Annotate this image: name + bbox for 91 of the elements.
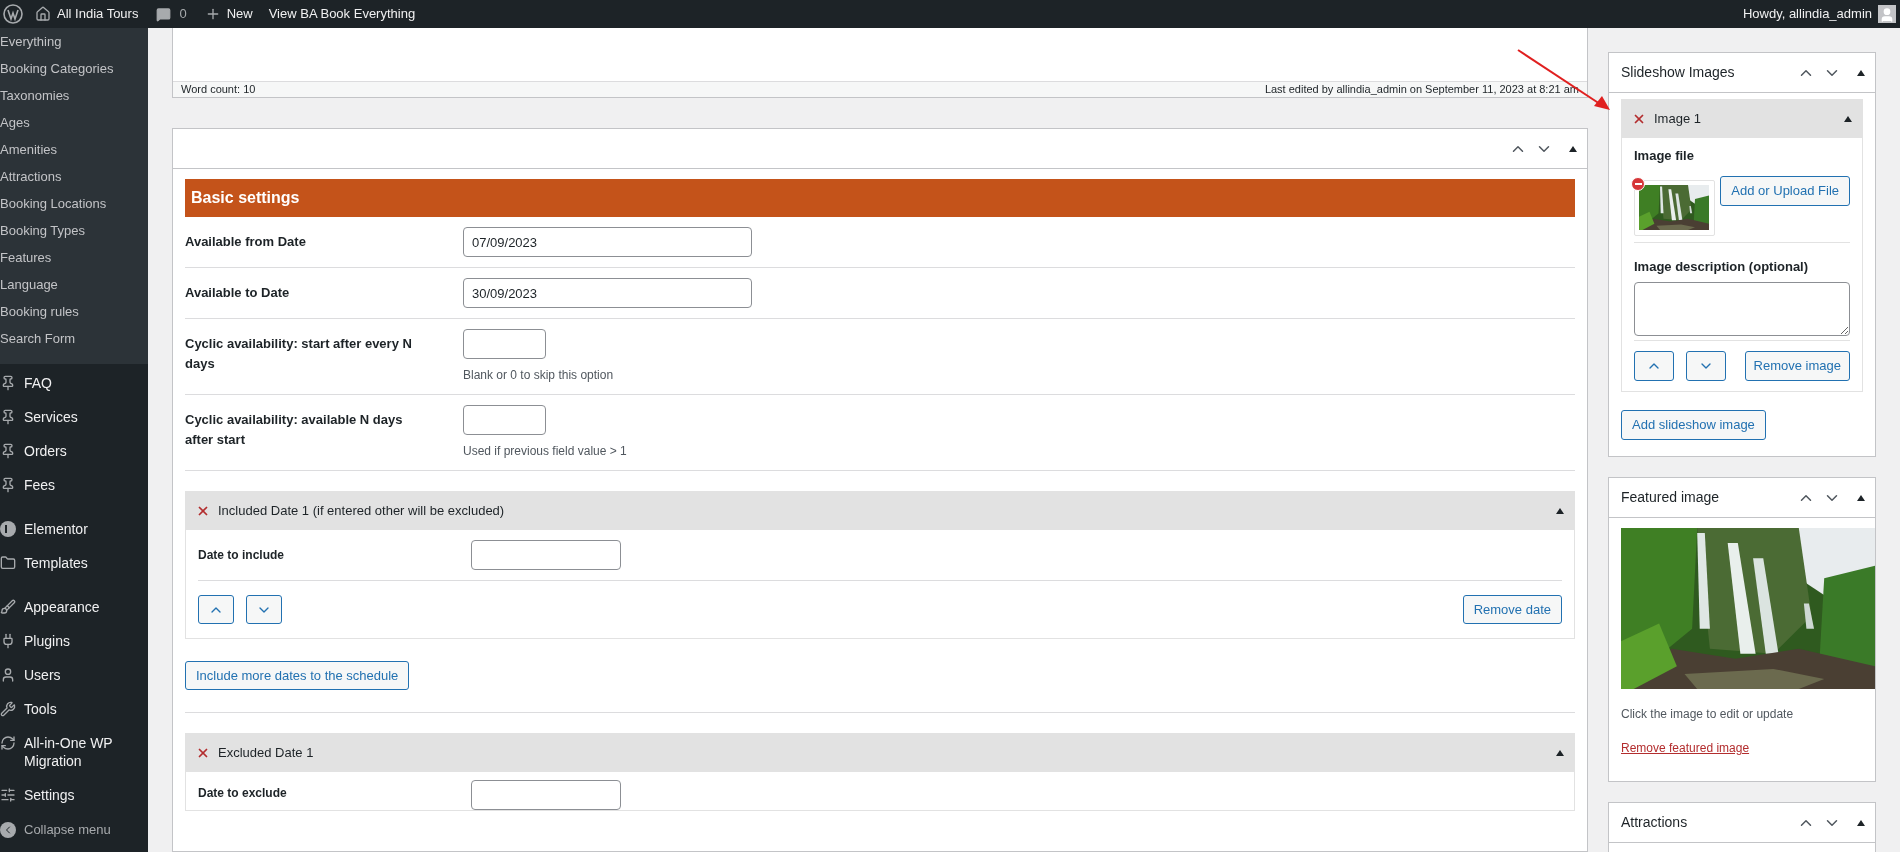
remove-icon[interactable] bbox=[196, 504, 210, 518]
comment-icon[interactable] bbox=[156, 6, 172, 22]
submenu-item[interactable]: Search Form bbox=[0, 325, 148, 352]
menu-item[interactable]: Tools bbox=[0, 692, 148, 726]
comment-count[interactable]: 0 bbox=[179, 4, 187, 24]
submenu-item[interactable]: Booking rules bbox=[0, 298, 148, 325]
repeater-title: Included Date 1 (if entered other will be excluded) bbox=[218, 502, 505, 521]
remove-icon[interactable] bbox=[196, 746, 210, 760]
field-label: Image file bbox=[1634, 147, 1695, 165]
submenu-item[interactable]: Features bbox=[0, 244, 148, 271]
move-down-button[interactable] bbox=[246, 595, 282, 624]
menu-item[interactable]: Settings bbox=[0, 778, 148, 812]
menu-item[interactable]: Plugins bbox=[0, 624, 148, 658]
howdy-link[interactable]: Howdy, allindia_admin bbox=[1742, 4, 1872, 24]
menu-item[interactable]: Templates bbox=[0, 546, 148, 580]
remove-date-button[interactable]: Remove date bbox=[1462, 595, 1562, 624]
section-header: Basic settings bbox=[185, 179, 1575, 217]
panel-title: Attractions bbox=[1621, 813, 1688, 832]
submenu-item[interactable]: Taxonomies bbox=[0, 82, 148, 109]
include-more-button[interactable]: Include more dates to the schedule bbox=[185, 661, 410, 690]
home-icon[interactable] bbox=[35, 6, 51, 22]
panel-title: Featured image bbox=[1621, 488, 1720, 507]
remove-featured-image-link[interactable]: Remove featured image bbox=[1621, 739, 1863, 757]
wordpress-logo-icon[interactable] bbox=[3, 4, 23, 24]
upload-file-button[interactable]: Add or Upload File bbox=[1720, 175, 1850, 206]
collapse-toggle-icon[interactable] bbox=[1556, 508, 1564, 514]
panel-title: Slideshow Images bbox=[1621, 63, 1735, 82]
submenu-item[interactable]: Booking Categories bbox=[0, 55, 148, 82]
date-field[interactable] bbox=[471, 780, 621, 810]
wrench-icon bbox=[0, 701, 16, 717]
pin-icon bbox=[0, 477, 16, 493]
menu-item[interactable]: Orders bbox=[0, 434, 148, 468]
field-hint: Used if previous field value > 1 bbox=[463, 443, 627, 460]
move-up-button[interactable] bbox=[198, 595, 234, 624]
user-icon bbox=[0, 667, 16, 683]
sliders-icon bbox=[0, 787, 16, 803]
submenu-item[interactable]: Booking Locations bbox=[0, 190, 148, 217]
field-label: Available to Date bbox=[185, 284, 291, 302]
view-link[interactable]: View BA Book Everything bbox=[268, 4, 416, 24]
collapse-toggle-icon[interactable] bbox=[1844, 116, 1852, 122]
featured-hint: Click the image to edit or update bbox=[1621, 706, 1795, 723]
menu-item[interactable]: Appearance bbox=[0, 590, 148, 624]
field-label: Cyclic availability: available N days after start bbox=[185, 411, 404, 449]
menu-item[interactable]: Fees bbox=[0, 468, 148, 502]
submenu-item[interactable]: Ages bbox=[0, 109, 148, 136]
field-label: Date to exclude bbox=[198, 785, 288, 802]
field-label: Available from Date bbox=[185, 233, 307, 251]
repeater-title: Image 1 bbox=[1654, 110, 1701, 129]
remove-image-icon[interactable] bbox=[1631, 176, 1645, 191]
menu-item[interactable]: Elementor bbox=[0, 512, 148, 546]
menu-item[interactable]: Services bbox=[0, 400, 148, 434]
new-link[interactable]: New bbox=[226, 4, 253, 24]
repeater-title: Excluded Date 1 bbox=[218, 744, 314, 763]
number-field[interactable] bbox=[463, 329, 546, 359]
date-field[interactable]: 30/09/2023 bbox=[463, 278, 752, 308]
pin-icon bbox=[0, 409, 16, 425]
collapse-toggle-icon[interactable] bbox=[1857, 69, 1865, 76]
collapse-menu-button[interactable]: Collapse menu bbox=[0, 812, 148, 848]
pin-icon bbox=[0, 375, 16, 391]
collapse-toggle-icon[interactable] bbox=[1857, 819, 1865, 826]
submenu-item[interactable]: Everything bbox=[0, 28, 148, 55]
menu-item[interactable]: Users bbox=[0, 658, 148, 692]
submenu-item[interactable]: Language bbox=[0, 271, 148, 298]
add-slideshow-image-button[interactable]: Add slideshow image bbox=[1621, 410, 1766, 440]
brush-icon bbox=[0, 599, 16, 615]
remove-icon[interactable] bbox=[1632, 112, 1646, 126]
field-label: Date to include bbox=[198, 547, 285, 564]
site-name-link[interactable]: All India Tours bbox=[57, 4, 139, 24]
submenu-item[interactable]: Amenities bbox=[0, 136, 148, 163]
number-field[interactable] bbox=[463, 405, 546, 435]
pin-icon bbox=[0, 443, 16, 459]
menu-item[interactable]: All-in-One WP Migration bbox=[0, 726, 148, 778]
field-label: Cyclic availability: start after every N days bbox=[185, 335, 413, 373]
menu-item[interactable]: FAQ bbox=[0, 366, 148, 400]
circular-arrow-icon bbox=[0, 735, 16, 751]
collapse-toggle-icon[interactable] bbox=[1556, 750, 1564, 756]
submenu-item[interactable]: Attractions bbox=[0, 163, 148, 190]
field-hint: Blank or 0 to skip this option bbox=[463, 367, 614, 384]
field-label: Image description (optional) bbox=[1634, 257, 1810, 276]
description-field[interactable] bbox=[1634, 282, 1850, 336]
remove-image-button[interactable]: Remove image bbox=[1744, 351, 1850, 381]
date-field[interactable] bbox=[471, 540, 621, 570]
move-up-button[interactable] bbox=[1634, 351, 1674, 381]
submenu-item[interactable]: Booking Types bbox=[0, 217, 148, 244]
word-count: Word count: 10 bbox=[181, 82, 256, 98]
collapse-toggle-icon[interactable] bbox=[1857, 494, 1865, 501]
collapse-toggle-icon[interactable] bbox=[1569, 145, 1577, 152]
date-field[interactable]: 07/09/2023 bbox=[463, 227, 752, 257]
move-down-button[interactable] bbox=[1686, 351, 1726, 381]
folder-icon bbox=[0, 555, 16, 571]
plug-icon bbox=[0, 633, 16, 649]
